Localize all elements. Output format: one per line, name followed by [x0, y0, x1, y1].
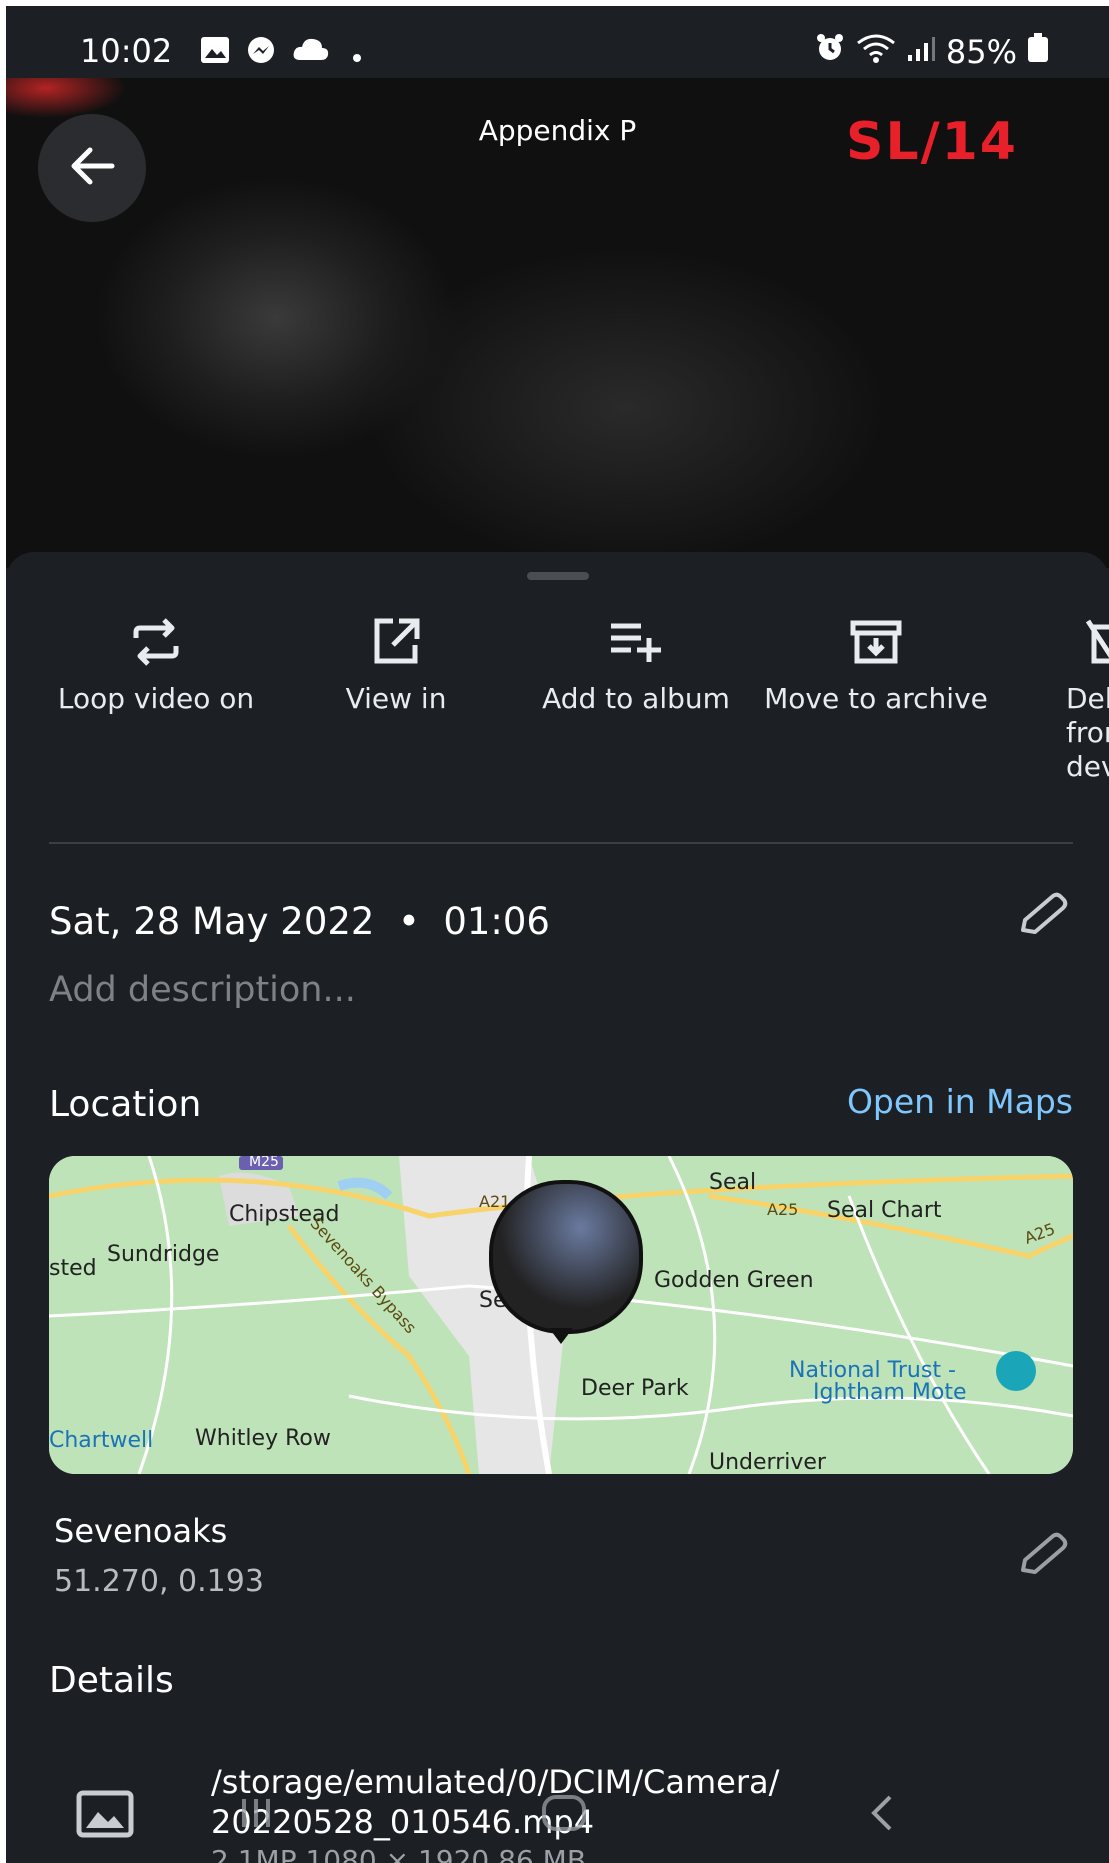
- sheet-drag-handle[interactable]: [527, 572, 589, 580]
- location-map[interactable]: M25 Chipstead Sundridge sted Sevenoaks B…: [49, 1156, 1073, 1474]
- map-photo-marker[interactable]: [489, 1180, 643, 1334]
- pencil-icon: [1017, 892, 1069, 940]
- gallery-notification-icon: [200, 36, 230, 68]
- status-bar: 10:02 85%: [6, 6, 1109, 78]
- status-time: 10:02: [80, 32, 173, 70]
- archive-icon: [756, 612, 996, 672]
- delete-device-icon: [996, 612, 1109, 672]
- more-notifications-icon: [352, 48, 362, 67]
- date-text: Sat, 28 May 2022: [49, 900, 375, 943]
- time-text: 01:06: [443, 900, 550, 943]
- file-meta: 2.1MP 1080 × 1920 86 MB: [211, 1844, 587, 1863]
- pencil-icon: [1017, 1532, 1069, 1580]
- details-heading: Details: [49, 1660, 174, 1701]
- delete-from-device-button[interactable]: Delete from device: [996, 612, 1109, 784]
- phone-screen: 10:02 85% Appendix P SL/14 Loop video on…: [6, 6, 1109, 1863]
- alarm-icon: [814, 32, 846, 72]
- loop-video-button[interactable]: Loop video on: [36, 612, 276, 716]
- loop-icon: [36, 612, 276, 672]
- divider: [49, 842, 1073, 844]
- cloud-icon: [292, 36, 330, 66]
- playlist-add-icon: [516, 612, 756, 672]
- arrow-left-icon: [68, 146, 116, 190]
- place-name: Sevenoaks: [54, 1512, 228, 1550]
- video-tag: SL/14: [846, 112, 1018, 172]
- messenger-icon: [246, 36, 276, 70]
- view-in-button[interactable]: View in: [276, 612, 516, 716]
- edit-date-button[interactable]: [1017, 892, 1069, 940]
- place-coordinates: 51.270, 0.193: [54, 1564, 264, 1599]
- battery-percent: 85%: [945, 33, 1017, 71]
- battery-icon: [1027, 33, 1049, 71]
- open-in-maps-link[interactable]: Open in Maps: [847, 1082, 1073, 1121]
- open-external-icon: [276, 612, 516, 672]
- date-time: Sat, 28 May 2022 • 01:06: [49, 900, 550, 943]
- wifi-icon: [856, 33, 896, 71]
- description-input[interactable]: Add description...: [49, 970, 356, 1010]
- map-pin-icon: [549, 1328, 573, 1344]
- move-to-archive-button[interactable]: Move to archive: [756, 612, 996, 716]
- location-heading: Location: [49, 1084, 202, 1125]
- signal-icon: [906, 33, 936, 71]
- image-icon: [76, 1790, 134, 1842]
- video-preview[interactable]: Appendix P SL/14: [6, 78, 1109, 568]
- file-path: /storage/emulated/0/DCIM/Camera/ 2022052…: [211, 1763, 780, 1841]
- add-to-album-button[interactable]: Add to album: [516, 612, 756, 716]
- edit-location-button[interactable]: [1017, 1532, 1069, 1580]
- info-sheet: Loop video on View in Add to album Move …: [6, 552, 1109, 1863]
